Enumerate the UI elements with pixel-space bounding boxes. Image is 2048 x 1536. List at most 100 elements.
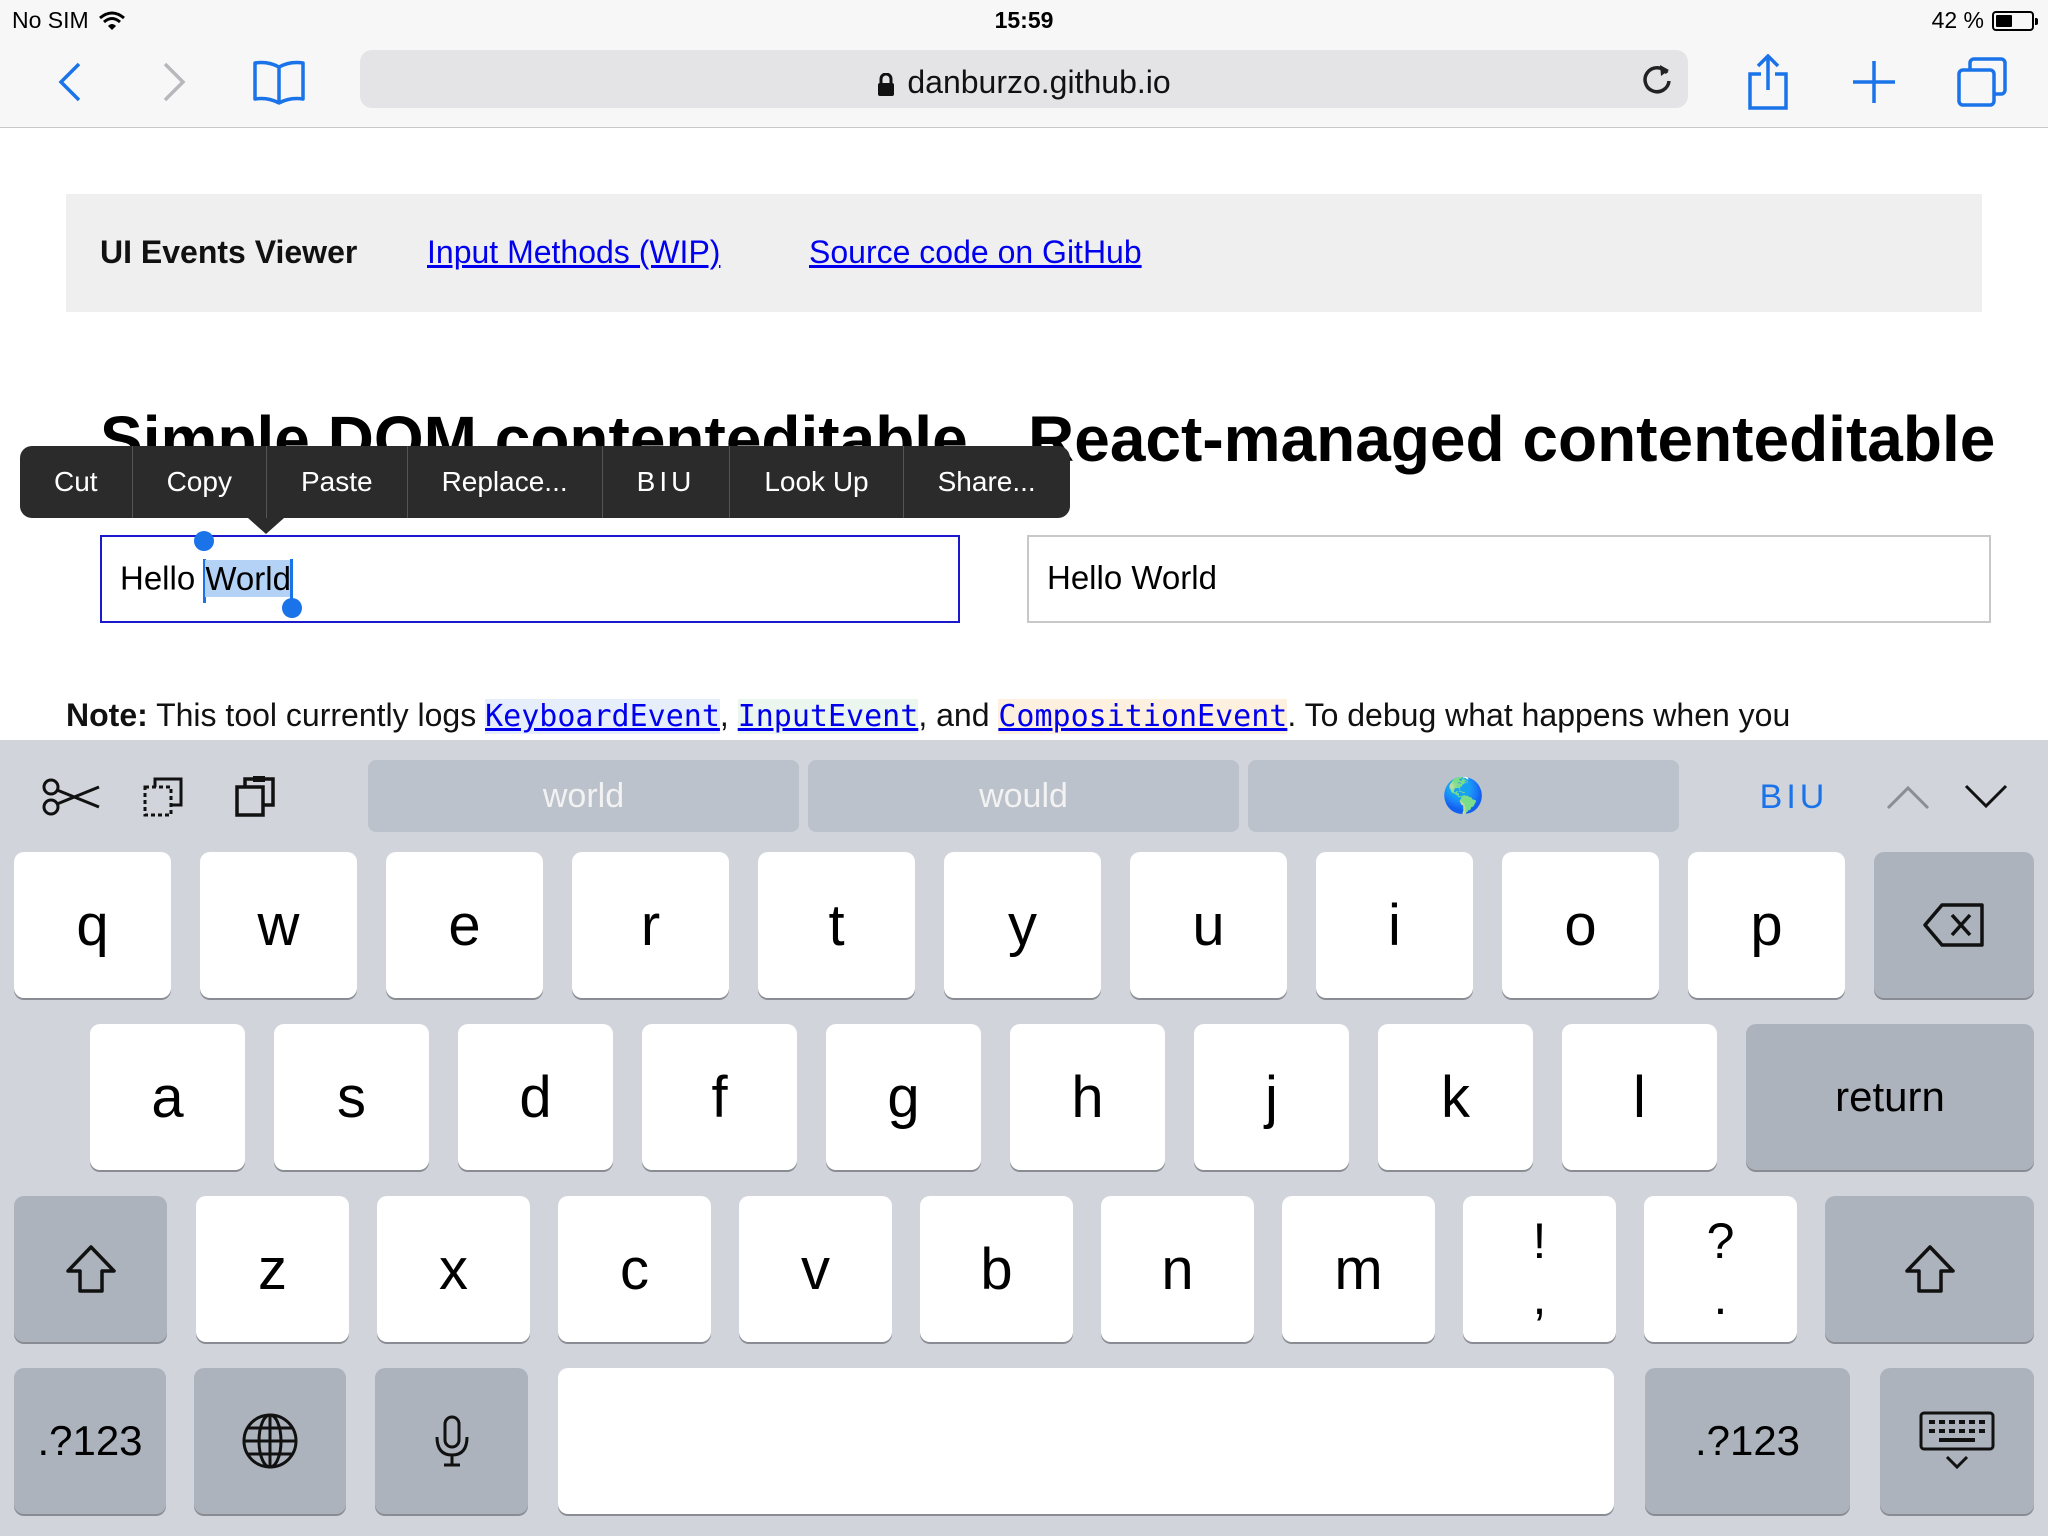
reload-icon[interactable] [1640,61,1674,95]
key-x[interactable]: x [377,1196,530,1342]
heading-react-managed: React-managed contenteditable [1028,402,1996,476]
key-a[interactable]: a [90,1024,245,1170]
menu-replace[interactable]: Replace... [406,446,602,518]
space-key[interactable] [558,1368,1614,1514]
key-v[interactable]: v [739,1196,892,1342]
key-f[interactable]: f [642,1024,797,1170]
backspace-key[interactable] [1874,852,2034,998]
key-n[interactable]: n [1101,1196,1254,1342]
react-contenteditable[interactable]: Hello World [1027,535,1991,623]
key-e[interactable]: e [386,852,543,998]
note-separator: , [719,697,738,733]
link-input-event[interactable]: InputEvent [737,699,919,734]
note-text: . To debug what happens when you [1287,697,1791,733]
url-text: danburzo.github.io [907,64,1171,100]
new-tab-button[interactable] [1842,50,1906,114]
shift-key-left[interactable] [14,1196,167,1342]
link-keyboard-event[interactable]: KeyboardEvent [485,699,720,734]
key-j[interactable]: j [1194,1024,1349,1170]
shift-icon [1904,1245,1955,1293]
chevron-left-icon [58,62,81,102]
site-nav: UI Events Viewer Input Methods (WIP) Sou… [66,194,1982,312]
key-c[interactable]: c [558,1196,711,1342]
link-composition-event[interactable]: CompositionEvent [998,699,1288,734]
simple-contenteditable[interactable]: Hello World [100,535,960,623]
nav-link-input-methods[interactable]: Input Methods (WIP) [427,234,720,271]
plus-icon [1853,61,1895,103]
suggestion-would[interactable]: would [808,760,1239,832]
site-title: UI Events Viewer [100,234,358,270]
numbers-key-left[interactable]: .?123 [14,1368,166,1514]
key-z[interactable]: z [196,1196,349,1342]
key-exclaim-comma[interactable]: !, [1463,1196,1616,1342]
nav-link-source-code[interactable]: Source code on GitHub [809,234,1142,271]
paste-shortcut[interactable] [220,762,290,832]
chevron-up-icon [1886,785,1930,810]
key-w[interactable]: w [200,852,357,998]
key-i[interactable]: i [1316,852,1473,998]
suggestion-globe-emoji[interactable]: 🌎 [1248,760,1679,832]
menu-cut[interactable]: Cut [20,446,132,518]
key-top-char: ! [1532,1213,1547,1269]
chevron-down-icon [1964,784,2008,809]
selection-end-caret[interactable] [289,559,293,603]
key-t[interactable]: t [758,852,915,998]
note-separator: , and [918,697,999,733]
browser-toolbar: danburzo.github.io [0,40,2048,128]
edit-callout-menu: Cut Copy Paste Replace... BIU Look Up Sh… [20,446,1070,534]
paste-icon [235,776,275,817]
keyboard-dismiss-icon [1919,1411,1995,1470]
onscreen-keyboard: world would 🌎 BIU q w e r t y u i o p a … [0,740,2048,1536]
key-d[interactable]: d [458,1024,613,1170]
tabs-icon [1957,57,2007,107]
key-question-period[interactable]: ?. [1644,1196,1797,1342]
menu-copy[interactable]: Copy [131,446,266,518]
dictation-key[interactable] [375,1368,528,1514]
share-button[interactable] [1736,50,1800,114]
selection-handle-end[interactable] [282,598,302,618]
selection-handle-start[interactable] [194,531,214,551]
previous-field-button[interactable] [1880,762,1936,832]
suggestion-world[interactable]: world [368,760,799,832]
key-m[interactable]: m [1282,1196,1435,1342]
tabs-button[interactable] [1950,50,2014,114]
shift-icon [65,1245,116,1293]
selected-text: World [205,559,291,597]
next-field-button[interactable] [1958,762,2014,832]
menu-format[interactable]: BIU [601,446,730,518]
key-g[interactable]: g [826,1024,981,1170]
menu-look-up[interactable]: Look Up [729,446,902,518]
status-time: 15:59 [994,7,1054,33]
numbers-key-right[interactable]: .?123 [1645,1368,1850,1514]
dismiss-keyboard-key[interactable] [1880,1368,2034,1514]
globe-key[interactable] [194,1368,346,1514]
key-b[interactable]: b [920,1196,1073,1342]
key-o[interactable]: o [1502,852,1659,998]
chevron-right-icon [163,62,186,102]
book-icon [253,60,305,105]
shift-key-right[interactable] [1825,1196,2034,1342]
format-shortcut[interactable]: BIU [1744,762,1844,832]
forward-button[interactable] [142,50,206,114]
key-u[interactable]: u [1130,852,1287,998]
copy-icon [143,777,183,817]
return-key[interactable]: return [1746,1024,2034,1170]
menu-share[interactable]: Share... [902,446,1070,518]
key-l[interactable]: l [1562,1024,1717,1170]
key-q[interactable]: q [14,852,171,998]
globe-icon [242,1413,298,1469]
share-icon [1748,54,1788,110]
key-p[interactable]: p [1688,852,1845,998]
key-bottom-char: , [1532,1269,1547,1325]
bookmarks-button[interactable] [247,50,311,114]
back-button[interactable] [38,50,102,114]
cut-shortcut[interactable] [36,762,106,832]
key-h[interactable]: h [1010,1024,1165,1170]
key-r[interactable]: r [572,852,729,998]
key-y[interactable]: y [944,852,1101,998]
key-k[interactable]: k [1378,1024,1533,1170]
menu-paste[interactable]: Paste [265,446,407,518]
key-s[interactable]: s [274,1024,429,1170]
address-bar[interactable]: danburzo.github.io [360,50,1688,108]
copy-shortcut[interactable] [128,762,198,832]
